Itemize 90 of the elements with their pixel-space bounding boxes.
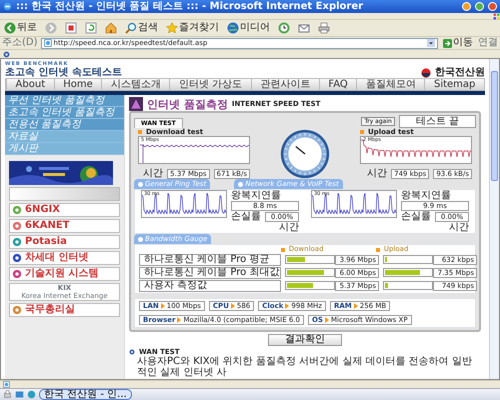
reading-label: 왕복지연률 [401, 190, 452, 202]
reading-label: 손실률 [231, 211, 261, 222]
plus-icon [138, 182, 143, 187]
arrow-icon [354, 302, 358, 309]
refresh-icon [85, 22, 97, 34]
description-text: 사용자PC와 KIX에 위치한 품질측정 서버간에 실제 데이터를 전송하여 일반적인 실제 인터넷 사 [136, 356, 473, 378]
envelope-icon [298, 22, 310, 34]
scrollbar[interactable] [489, 59, 499, 379]
plus-icon [238, 182, 244, 187]
site-title: 초고속 인터넷 속도테스트 [5, 67, 122, 78]
forward-icon [45, 22, 57, 34]
window-title: ::: 한국 전산원 - 인터넷 품질 테스트 ::: - Microsoft Internet Explorer [16, 0, 364, 12]
axis-label: 시간 [367, 168, 388, 180]
row-name: 사용자 측정값 [139, 280, 281, 292]
plus-icon [138, 236, 143, 242]
go-button[interactable]: 이동 [441, 36, 475, 50]
nav-link[interactable]: Home [54, 79, 102, 90]
axis-label: 시간 [279, 222, 299, 234]
row-name: 하나로통신 케이블 Pro 최대값 [139, 266, 281, 279]
banner[interactable]: 국무총리실 [9, 303, 120, 317]
arrow-icon [160, 302, 165, 309]
logo-icon [12, 305, 22, 315]
logo-text: 6KANET [25, 221, 70, 231]
back-button[interactable]: 뒤로 [2, 20, 39, 36]
page-title: 인터넷 품질측정 [147, 98, 228, 110]
logo-text: 국무총리실 [25, 305, 75, 315]
reading-label: 손실률 [401, 211, 431, 222]
printer-icon [3, 390, 12, 399]
stop-icon [65, 22, 77, 34]
banner[interactable]: 6KANET [9, 219, 120, 233]
back-icon [4, 22, 16, 34]
media-button[interactable]: 미디어 [225, 20, 272, 36]
reading-label: 왕복지연률 [231, 190, 282, 202]
address-label: 주소(D) [2, 37, 38, 49]
nav-link[interactable]: 품질체모여 [356, 79, 424, 90]
search-icon [125, 22, 137, 34]
arrow-icon [177, 316, 182, 323]
logo-text: 6NGIX [25, 205, 60, 215]
bullet-icon [360, 130, 364, 134]
nav-link[interactable]: 시스템소개 [101, 79, 170, 90]
banner[interactable]: 차세대 인터넷 [9, 251, 120, 265]
arrow-icon [230, 302, 235, 309]
history-button[interactable] [276, 20, 292, 36]
taskbar-button[interactable]: 한국 전산원 - 인... [39, 389, 132, 400]
stop-button[interactable] [63, 20, 79, 36]
arrow-icon [443, 38, 452, 48]
home-icon [105, 22, 117, 34]
logo-text: 기술지원 시스템 [25, 269, 98, 279]
favorites-button[interactable]: 즐겨찾기 [164, 20, 221, 36]
org-logo-icon [421, 68, 431, 78]
minimize-button[interactable] [462, 2, 471, 11]
banner[interactable]: 기술지원 시스템 [9, 267, 120, 281]
nav-link[interactable]: Sitemap [424, 79, 484, 90]
close-button[interactable] [488, 2, 497, 11]
clock-icon [278, 22, 290, 34]
page-icon [44, 39, 52, 47]
home-button[interactable] [103, 20, 119, 36]
banner[interactable]: Potasia [9, 235, 120, 249]
windows-flag-icon [493, 13, 500, 20]
search-button[interactable]: 검색 [123, 20, 160, 36]
result-button[interactable]: 결과확인 [268, 334, 342, 346]
row-name: 하나로통신 케이블 Pro 평균 [139, 254, 281, 266]
dropdown-icon [427, 39, 435, 47]
bullet-icon [138, 130, 142, 134]
axis-label: 시간 [143, 168, 164, 180]
nav-link[interactable]: FAQ [318, 79, 356, 90]
refresh-button[interactable] [83, 20, 99, 36]
banner[interactable]: 6NGIX [9, 203, 120, 217]
status-field: 테스트 끝 [398, 115, 476, 128]
bullet-icon [129, 348, 135, 355]
print-button[interactable] [316, 20, 332, 36]
nav-link[interactable]: 인터넷 가상도 [169, 79, 251, 90]
logo-text: Potasia [25, 237, 67, 247]
nav-link[interactable]: 관련사이트 [250, 79, 319, 90]
nav-link[interactable]: About [6, 79, 54, 90]
arrow-icon [285, 302, 290, 309]
printer-icon [318, 22, 330, 34]
links-link[interactable]: 연결 [478, 37, 498, 49]
title-logo-icon [129, 97, 143, 111]
org-name: 한국전산원 [435, 67, 485, 78]
speed-gauge-drawing [280, 128, 330, 179]
globe-icon [227, 22, 239, 34]
maximize-button[interactable] [475, 2, 484, 11]
bullet-icon [376, 248, 380, 252]
logo-text: 차세대 인터넷 [25, 253, 88, 263]
star-icon [166, 22, 178, 34]
arrow-icon [324, 316, 329, 323]
bullet-icon [280, 248, 285, 252]
scrollbar-thumb[interactable] [491, 71, 498, 181]
axis-label: 시간 [449, 222, 469, 234]
